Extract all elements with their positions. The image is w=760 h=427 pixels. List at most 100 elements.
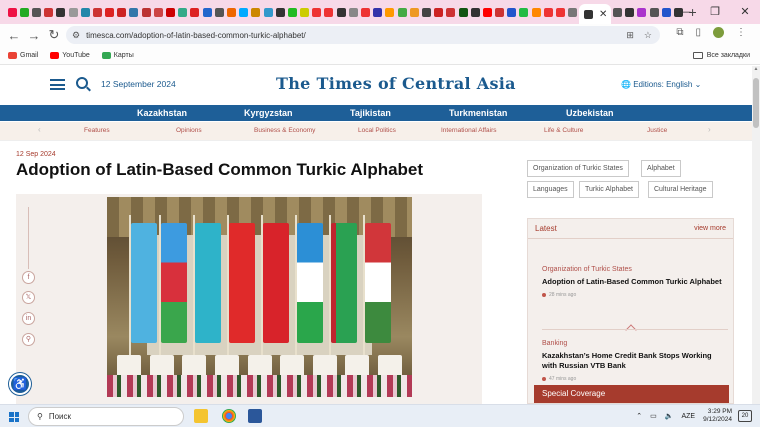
editions-selector[interactable]: 🌐 Editions: English ⌄: [621, 80, 701, 89]
section-local-politics[interactable]: Local Politics: [358, 127, 396, 134]
tag-alphabet[interactable]: Alphabet: [641, 160, 681, 177]
close-window-icon[interactable]: ✕: [730, 0, 760, 24]
link-icon[interactable]: ⚲: [22, 333, 35, 346]
section-justice[interactable]: Justice: [647, 127, 667, 134]
tab-favicon-icon[interactable]: [56, 7, 66, 17]
tab-favicon-icon[interactable]: [287, 7, 297, 17]
tab-favicon-icon[interactable]: [637, 7, 647, 17]
tab-favicon-icon[interactable]: [470, 7, 480, 17]
nav-kazakhstan[interactable]: Kazakhstan: [137, 108, 187, 118]
linkedin-icon[interactable]: in: [22, 312, 35, 325]
view-more-link[interactable]: view more: [694, 225, 726, 232]
tab-favicon-icon[interactable]: [226, 7, 236, 17]
extensions-icon[interactable]: ⧉: [676, 27, 683, 38]
volume-icon[interactable]: 🔈: [665, 412, 674, 420]
forward-icon[interactable]: →: [24, 28, 44, 43]
all-bookmarks[interactable]: Все закладки: [692, 51, 750, 59]
maximize-icon[interactable]: ❐: [700, 0, 730, 24]
site-info-icon[interactable]: ⚙: [72, 30, 80, 41]
latest-item-title[interactable]: Kazakhstan’s Home Credit Bank Stops Work…: [542, 351, 728, 371]
tab-favicon-icon[interactable]: [202, 7, 212, 17]
nav-next-icon[interactable]: ›: [708, 125, 711, 134]
tab-favicon-icon[interactable]: [649, 7, 659, 17]
language-indicator[interactable]: AZE: [681, 413, 695, 420]
tag-organization-turkic-states[interactable]: Organization of Turkic States: [527, 160, 629, 177]
tab-favicon-icon[interactable]: [385, 7, 395, 17]
tab-favicon-icon[interactable]: [105, 7, 115, 17]
tab-favicon-icon[interactable]: [373, 7, 383, 17]
tab-favicon-icon[interactable]: [251, 7, 261, 17]
tab-favicon-icon[interactable]: [625, 7, 635, 17]
tab-favicon-icon[interactable]: [92, 7, 102, 17]
section-opinions[interactable]: Opinions: [176, 127, 202, 134]
tab-favicon-icon[interactable]: [482, 7, 492, 17]
nav-turkmenistan[interactable]: Turkmenistan: [449, 108, 507, 118]
section-business[interactable]: Business & Economy: [254, 127, 315, 134]
tab-favicon-icon[interactable]: [543, 7, 553, 17]
minimize-icon[interactable]: —: [670, 0, 700, 24]
facebook-icon[interactable]: f: [22, 271, 35, 284]
tab-favicon-icon[interactable]: [275, 7, 285, 17]
windows-start-icon[interactable]: [9, 412, 19, 422]
tab-favicon-icon[interactable]: [178, 7, 188, 17]
reload-icon[interactable]: ↻: [44, 27, 64, 43]
close-tab-icon[interactable]: ✕: [599, 9, 607, 20]
tab-favicon-icon[interactable]: [568, 7, 578, 17]
tab-favicon-icon[interactable]: [507, 7, 517, 17]
section-life-culture[interactable]: Life & Culture: [544, 127, 583, 134]
tab-favicon-icon[interactable]: [397, 7, 407, 17]
tab-favicon-icon[interactable]: [446, 7, 456, 17]
page-scrollbar[interactable]: ▲: [752, 66, 760, 404]
tab-favicon-icon[interactable]: [421, 7, 431, 17]
tab-favicon-icon[interactable]: [31, 7, 41, 17]
bookmark-карты[interactable]: Карты: [101, 51, 134, 59]
tab-favicon-icon[interactable]: [141, 7, 151, 17]
sidebar-icon[interactable]: ▯: [695, 27, 701, 38]
chevron-up-icon[interactable]: [625, 324, 637, 336]
latest-item-category[interactable]: Organization of Turkic States: [542, 266, 728, 273]
bookmark-star-icon[interactable]: ☆: [644, 30, 652, 41]
active-tab[interactable]: ✕: [578, 4, 612, 24]
tab-favicon-icon[interactable]: [312, 7, 322, 17]
tab-favicon-icon[interactable]: [519, 7, 529, 17]
tab-favicon-icon[interactable]: [44, 7, 54, 17]
tab-favicon-icon[interactable]: [324, 7, 334, 17]
network-icon[interactable]: ▭: [650, 412, 657, 420]
tab-favicon-icon[interactable]: [458, 7, 468, 17]
latest-item-title[interactable]: Adoption of Latin-Based Common Turkic Al…: [542, 277, 728, 287]
bookmark-gmail[interactable]: Gmail: [8, 51, 38, 59]
menu-icon[interactable]: ⋮: [736, 27, 746, 38]
tab-favicon-icon[interactable]: [153, 7, 163, 17]
nav-tajikistan[interactable]: Tajikistan: [350, 108, 391, 118]
word-icon[interactable]: [248, 409, 262, 423]
tag-cultural-heritage[interactable]: Cultural Heritage: [648, 181, 713, 198]
taskbar-search[interactable]: ⚲ Поиск: [28, 407, 184, 426]
nav-uzbekistan[interactable]: Uzbekistan: [566, 108, 614, 118]
tab-favicon-icon[interactable]: [239, 7, 249, 17]
chrome-icon[interactable]: [222, 409, 236, 423]
hamburger-menu-icon[interactable]: [50, 79, 65, 90]
tab-favicon-icon[interactable]: [495, 7, 505, 17]
tab-favicon-icon[interactable]: [336, 7, 346, 17]
x-icon[interactable]: 𝕏: [22, 291, 35, 304]
search-icon[interactable]: [76, 77, 88, 89]
tab-favicon-icon[interactable]: [166, 7, 176, 17]
tab-favicon-icon[interactable]: [556, 7, 566, 17]
bookmark-youtube[interactable]: YouTube: [50, 51, 90, 59]
back-icon[interactable]: ←: [4, 28, 24, 43]
translate-icon[interactable]: ⊞: [626, 30, 634, 41]
tab-favicon-icon[interactable]: [531, 7, 541, 17]
tab-favicon-icon[interactable]: [612, 7, 622, 17]
tab-favicon-icon[interactable]: [214, 7, 224, 17]
tag-languages[interactable]: Languages: [527, 181, 574, 198]
scroll-thumb[interactable]: [753, 78, 759, 128]
tab-favicon-icon[interactable]: [117, 7, 127, 17]
section-international[interactable]: International Affairs: [441, 127, 497, 134]
profile-avatar[interactable]: [713, 27, 724, 38]
latest-item[interactable]: Banking Kazakhstan’s Home Credit Bank St…: [542, 340, 728, 382]
tab-favicon-icon[interactable]: [300, 7, 310, 17]
special-coverage-header[interactable]: Special Coverage: [534, 385, 729, 403]
tab-favicon-icon[interactable]: [263, 7, 273, 17]
tab-favicon-icon[interactable]: [129, 7, 139, 17]
latest-item[interactable]: Organization of Turkic States Adoption o…: [542, 266, 728, 298]
